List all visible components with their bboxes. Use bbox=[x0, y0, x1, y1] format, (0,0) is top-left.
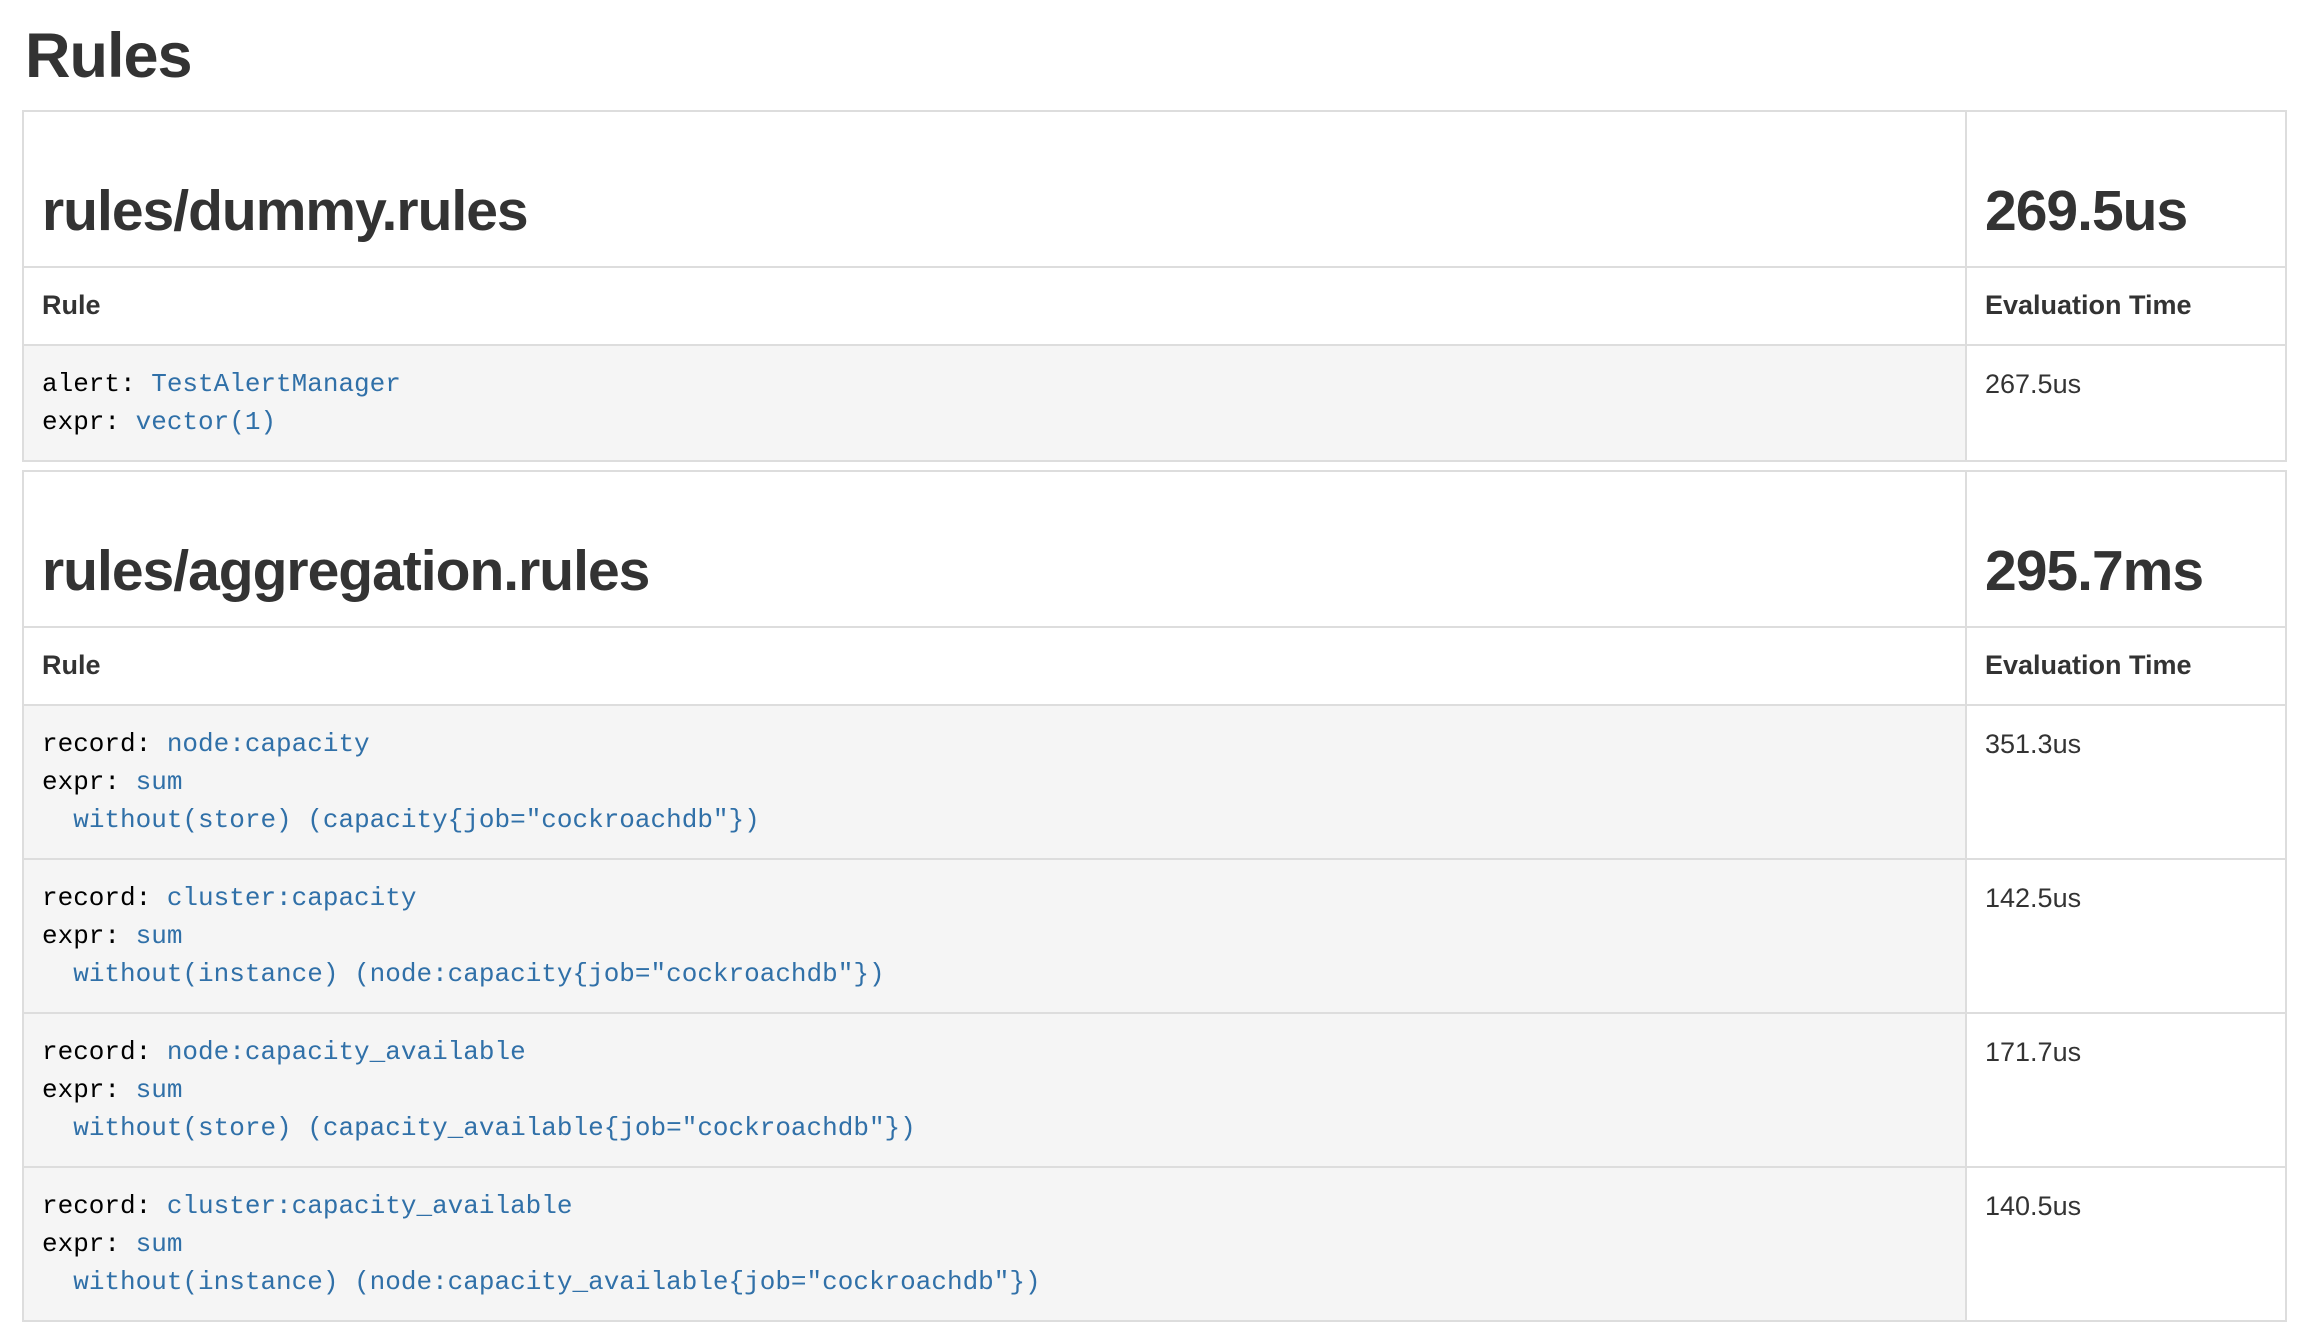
rule-line: expr: sum bbox=[42, 1071, 1947, 1109]
rule-line: record: node:capacity bbox=[42, 725, 1947, 763]
rule-definition: record: cluster:capacity_availableexpr: … bbox=[23, 1167, 1966, 1321]
rule-keyword-text bbox=[42, 1113, 73, 1143]
rule-line: without(instance) (node:capacity_availab… bbox=[42, 1263, 1947, 1301]
rule-group-header-row: rules/aggregation.rules 295.7ms bbox=[23, 471, 2286, 627]
rule-group-name: rules/aggregation.rules bbox=[42, 539, 649, 603]
rule-keyword-text bbox=[42, 1267, 73, 1297]
evaluation-time-column-header: Evaluation Time bbox=[1966, 267, 2286, 345]
rule-keyword-text: record: bbox=[42, 1037, 167, 1067]
rule-keyword-text: expr: bbox=[42, 1075, 136, 1105]
rule-expression-link[interactable]: node:capacity_available bbox=[167, 1037, 526, 1067]
rule-group-table: rules/dummy.rules 269.5us RuleEvaluation T… bbox=[22, 110, 2287, 462]
rule-definition: alert: TestAlertManagerexpr: vector(1) bbox=[23, 345, 1966, 461]
rule-line: without(store) (capacity{job="cockroachd… bbox=[42, 801, 1947, 839]
rule-column-header: Rule bbox=[23, 627, 1966, 705]
rule-expression-link[interactable]: sum bbox=[136, 921, 183, 951]
rule-line: record: node:capacity_available bbox=[42, 1033, 1947, 1071]
rule-line: record: cluster:capacity bbox=[42, 879, 1947, 917]
rule-group-name: rules/dummy.rules bbox=[42, 179, 528, 243]
rule-definition: record: cluster:capacityexpr: sum withou… bbox=[23, 859, 1966, 1013]
rule-group-table: rules/aggregation.rules 295.7ms RuleEvalua… bbox=[22, 470, 2287, 1322]
rule-expression-link[interactable]: cluster:capacity bbox=[167, 883, 417, 913]
rule-expression-link[interactable]: without(store) (capacity{job="cockroachd… bbox=[73, 805, 760, 835]
rule-evaluation-time: 171.7us bbox=[1966, 1013, 2286, 1167]
rule-expression-link[interactable]: sum bbox=[136, 767, 183, 797]
rule-row: record: node:capacity_availableexpr: sum… bbox=[23, 1013, 2286, 1167]
rule-keyword-text: expr: bbox=[42, 767, 136, 797]
rule-expression-link[interactable]: without(instance) (node:capacity_availab… bbox=[73, 1267, 1040, 1297]
rule-evaluation-time: 142.5us bbox=[1966, 859, 2286, 1013]
rule-group-name-cell: rules/aggregation.rules bbox=[23, 471, 1966, 627]
rule-line: expr: sum bbox=[42, 917, 1947, 955]
rule-expression-link[interactable]: sum bbox=[136, 1075, 183, 1105]
rule-expression-link[interactable]: TestAlertManager bbox=[151, 369, 401, 399]
rule-row: record: cluster:capacity_availableexpr: … bbox=[23, 1167, 2286, 1321]
rule-column-header: Rule bbox=[23, 267, 1966, 345]
rule-keyword-text: expr: bbox=[42, 407, 136, 437]
rule-group-name-cell: rules/dummy.rules bbox=[23, 111, 1966, 267]
rule-expression-link[interactable]: without(store) (capacity_available{job="… bbox=[73, 1113, 916, 1143]
rule-line: alert: TestAlertManager bbox=[42, 365, 1947, 403]
rule-group-eval-time-cell: 269.5us bbox=[1966, 111, 2286, 267]
rule-row: record: cluster:capacityexpr: sum withou… bbox=[23, 859, 2286, 1013]
rule-keyword-text bbox=[42, 959, 73, 989]
rule-keyword-text: expr: bbox=[42, 921, 136, 951]
rule-line: without(instance) (node:capacity{job="co… bbox=[42, 955, 1947, 993]
rule-line: record: cluster:capacity_available bbox=[42, 1187, 1947, 1225]
rule-expression-link[interactable]: node:capacity bbox=[167, 729, 370, 759]
page-title: Rules bbox=[25, 22, 2316, 90]
rule-keyword-text: record: bbox=[42, 1191, 167, 1221]
rule-evaluation-time: 267.5us bbox=[1966, 345, 2286, 461]
group-evaluation-time: 295.7ms bbox=[1985, 539, 2203, 603]
rule-line: without(store) (capacity_available{job="… bbox=[42, 1109, 1947, 1147]
rule-evaluation-time: 351.3us bbox=[1966, 705, 2286, 859]
rule-expression-link[interactable]: vector(1) bbox=[136, 407, 276, 437]
rule-expression-link[interactable]: without(instance) (node:capacity{job="co… bbox=[73, 959, 884, 989]
rule-group-header-row: rules/dummy.rules 269.5us bbox=[23, 111, 2286, 267]
column-header-row: RuleEvaluation Time bbox=[23, 627, 2286, 705]
rule-keyword-text: alert: bbox=[42, 369, 151, 399]
rule-line: expr: sum bbox=[42, 763, 1947, 801]
rule-keyword-text: expr: bbox=[42, 1229, 136, 1259]
group-evaluation-time: 269.5us bbox=[1985, 179, 2187, 243]
rule-keyword-text bbox=[42, 805, 73, 835]
rule-evaluation-time: 140.5us bbox=[1966, 1167, 2286, 1321]
rule-expression-link[interactable]: sum bbox=[136, 1229, 183, 1259]
rule-line: expr: vector(1) bbox=[42, 403, 1947, 441]
rule-row: alert: TestAlertManagerexpr: vector(1)26… bbox=[23, 345, 2286, 461]
rule-keyword-text: record: bbox=[42, 729, 167, 759]
rule-definition: record: node:capacity_availableexpr: sum… bbox=[23, 1013, 1966, 1167]
rule-groups-container: rules/dummy.rules269.5usRuleEvaluation T… bbox=[0, 110, 2316, 1322]
evaluation-time-column-header: Evaluation Time bbox=[1966, 627, 2286, 705]
column-header-row: RuleEvaluation Time bbox=[23, 267, 2286, 345]
rule-expression-link[interactable]: cluster:capacity_available bbox=[167, 1191, 573, 1221]
rule-line: expr: sum bbox=[42, 1225, 1947, 1263]
rule-keyword-text: record: bbox=[42, 883, 167, 913]
rule-group-eval-time-cell: 295.7ms bbox=[1966, 471, 2286, 627]
rule-definition: record: node:capacityexpr: sum without(s… bbox=[23, 705, 1966, 859]
rule-row: record: node:capacityexpr: sum without(s… bbox=[23, 705, 2286, 859]
